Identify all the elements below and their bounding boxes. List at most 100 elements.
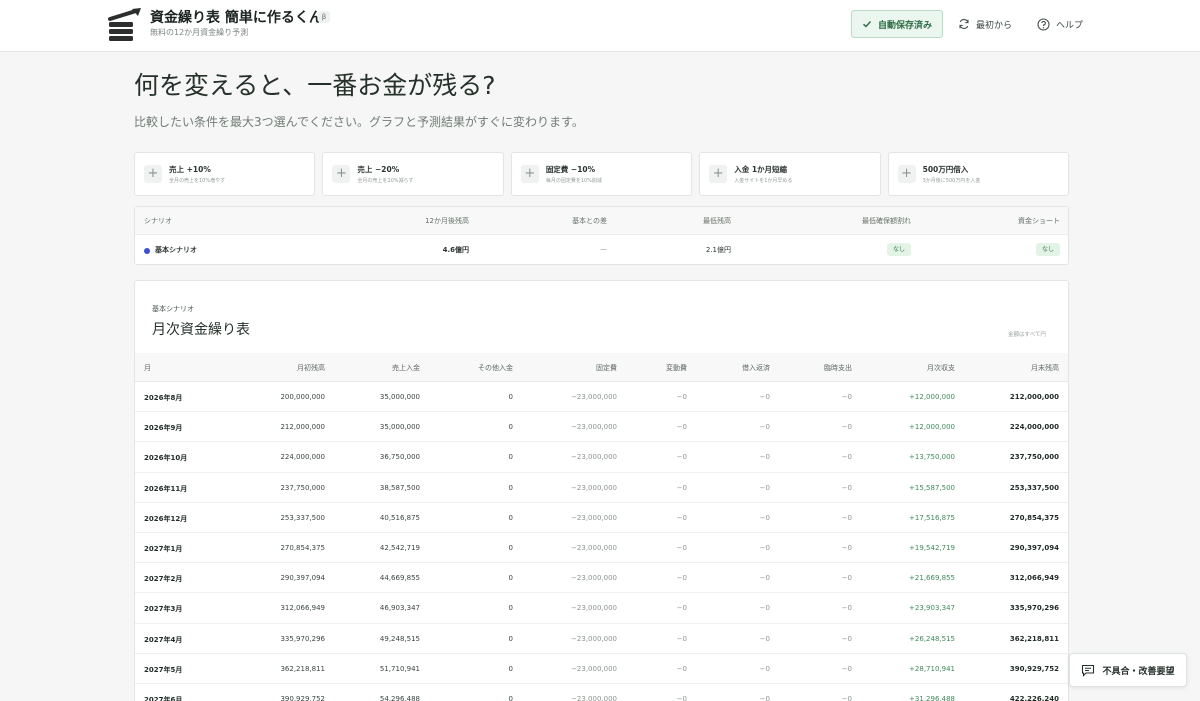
help-label: ヘルプ	[1056, 20, 1084, 31]
help-icon	[1037, 17, 1050, 31]
cell-sales-receipts: 44,669,855	[379, 574, 420, 583]
cell-month: 2027年3月	[144, 605, 183, 614]
scenario-comparison-table: シナリオ 12か月後残高 基本との差 最低残高 最低確保額割れ 資金ショート 基…	[134, 206, 1069, 265]
cell-month: 2026年12月	[144, 514, 188, 523]
cell-other-receipts: 0	[508, 513, 513, 522]
diff-value: —	[600, 245, 607, 253]
scenario-card-faster-collection[interactable]: + 入金 1か月短縮 入金サイトを1か月早める	[699, 152, 881, 196]
cell-extra-expense: −0	[841, 634, 852, 643]
cell-other-receipts: 0	[508, 574, 513, 583]
scenario-card-sales-up[interactable]: + 売上 +10% 全月の売上を10%増やす	[134, 152, 316, 196]
cell-loan-repayment: −0	[759, 695, 770, 701]
monthly-cashflow-panel: 基本シナリオ 月次資金繰り表 金額はすべて円 月 月初残高 売上入金 その他入金…	[134, 280, 1069, 701]
col-sales-receipts: 売上入金	[392, 364, 420, 372]
cell-month: 2027年2月	[144, 575, 183, 584]
autosave-button[interactable]: 自動保存済み	[851, 10, 943, 38]
scenario-options: + 売上 +10% 全月の売上を10%増やす + 売上 −20% 全月の売上を2…	[134, 152, 1070, 196]
page-title: 何を変えると、一番お金が残る?	[134, 71, 496, 100]
scenario-card-loan[interactable]: + 500万円借入 3か月後に500万円を入金	[887, 152, 1070, 196]
cell-other-receipts: 0	[508, 453, 513, 462]
cell-loan-repayment: −0	[759, 483, 770, 492]
table-row: 2027年1月 270,854,375 42,542,719 0 −23,000,000…	[135, 533, 1068, 564]
cell-monthly-net: +15,587,500	[909, 483, 955, 492]
scenario-desc: 全月の売上を10%増やす	[169, 178, 226, 184]
comparison-header: シナリオ 12か月後残高 基本との差 最低残高 最低確保額割れ 資金ショート	[135, 207, 1068, 235]
scenario-card-sales-down[interactable]: + 売上 −20% 全月の売上を20%減らす	[322, 152, 504, 196]
col-extra-expense: 臨時支出	[824, 364, 852, 372]
cell-sales-receipts: 51,710,941	[379, 664, 420, 673]
cell-sales-receipts: 54,296,488	[379, 695, 420, 701]
cell-monthly-net: +21,669,855	[909, 574, 955, 583]
scenario-desc: 全月の売上を20%減らす	[357, 178, 414, 184]
cell-extra-expense: −0	[841, 544, 852, 552]
col-balance-12m: 12か月後残高	[425, 217, 469, 225]
table-row: 2026年8月 200,000,000 35,000,000 0 −23,000,000…	[135, 382, 1068, 413]
top-bar: 資金繰り表 簡単に作るくん β 無料の12か月資金繰り予測 自動保存済み 最初か…	[0, 0, 1200, 52]
feedback-button[interactable]: 不具合・改善要望	[1069, 653, 1187, 687]
cell-extra-expense: −0	[841, 423, 852, 432]
cell-extra-expense: −0	[841, 695, 852, 701]
cell-fixed-cost: −23,000,000	[571, 544, 617, 552]
cell-opening-balance: 290,397,094	[280, 574, 325, 583]
cell-closing-balance: 335,970,296	[1009, 604, 1059, 613]
cell-monthly-net: +17,516,875	[909, 513, 955, 522]
scenario-desc: 入金サイトを1か月早める	[734, 178, 793, 184]
plus-icon: +	[144, 165, 162, 183]
restart-button[interactable]: 最初から	[958, 10, 1018, 38]
scenario-title: 売上 −20%	[357, 165, 400, 174]
cell-fixed-cost: −23,000,000	[571, 513, 617, 522]
shortage-badge: なし	[1035, 243, 1060, 256]
col-other-receipts: その他入金	[478, 364, 513, 372]
plus-icon: +	[520, 165, 539, 183]
table-row: 2026年11月 237,750,000 38,587,500 0 −23,000,00…	[135, 473, 1068, 503]
cell-sales-receipts: 49,248,515	[379, 634, 420, 643]
scenario-desc: 3か月後に500万円を入金	[922, 178, 981, 184]
cell-monthly-net: +12,000,000	[909, 393, 955, 401]
table-row: 2027年3月 312,066,949 46,903,347 0 −23,000,000…	[135, 593, 1068, 624]
col-loan-repayment: 借入返済	[742, 364, 770, 372]
cell-loan-repayment: −0	[759, 423, 770, 432]
cell-monthly-net: +19,542,719	[909, 544, 955, 552]
cell-monthly-net: +12,000,000	[909, 423, 955, 432]
cell-sales-receipts: 35,000,000	[379, 423, 420, 432]
cell-variable-cost: −0	[676, 423, 687, 432]
cell-variable-cost: −0	[676, 513, 687, 522]
scenario-title: 固定費 −10%	[545, 165, 596, 174]
cell-opening-balance: 270,854,375	[280, 544, 325, 552]
cell-month: 2027年4月	[144, 635, 183, 644]
app-subtitle: 無料の12か月資金繰り予測	[150, 28, 249, 37]
cell-loan-repayment: −0	[759, 453, 770, 462]
cell-other-receipts: 0	[508, 634, 513, 643]
cell-other-receipts: 0	[508, 544, 513, 552]
col-monthly-net: 月次収支	[927, 364, 955, 372]
cell-monthly-net: +23,903,347	[909, 604, 955, 613]
cell-variable-cost: −0	[676, 664, 687, 673]
monthly-table-header: 月 月初残高 売上入金 その他入金 固定費 変動費 借入返済 臨時支出 月次収支…	[135, 353, 1068, 382]
cell-variable-cost: −0	[676, 634, 687, 643]
cell-variable-cost: −0	[676, 574, 687, 583]
cell-closing-balance: 390,929,752	[1009, 664, 1059, 673]
cell-opening-balance: 212,000,000	[280, 423, 325, 432]
cell-extra-expense: −0	[841, 574, 852, 583]
col-below-min: 最低確保額割れ	[862, 217, 911, 225]
below-min-badge: なし	[886, 243, 911, 256]
cell-closing-balance: 422,226,240	[1009, 695, 1059, 701]
help-button[interactable]: ヘルプ	[1037, 10, 1089, 38]
cell-loan-repayment: −0	[759, 634, 770, 643]
autosave-label: 自動保存済み	[877, 20, 932, 31]
min-balance-value: 2.1億円	[705, 246, 731, 254]
table-row: 2027年2月 290,397,094 44,669,855 0 −23,000,000…	[135, 563, 1068, 594]
refresh-icon	[959, 19, 969, 29]
cell-extra-expense: −0	[841, 604, 852, 613]
cell-extra-expense: −0	[841, 453, 852, 462]
cell-fixed-cost: −23,000,000	[571, 634, 617, 643]
col-shortage: 資金ショート	[1018, 217, 1060, 225]
cell-extra-expense: −0	[841, 513, 852, 522]
panel-eyebrow: 基本シナリオ	[152, 305, 194, 313]
cell-closing-balance: 224,000,000	[1009, 423, 1059, 432]
cell-extra-expense: −0	[841, 664, 852, 673]
cell-monthly-net: +31,296,488	[909, 695, 955, 701]
scenario-title: 売上 +10%	[169, 165, 211, 174]
scenario-card-fixed-cost-down[interactable]: + 固定費 −10% 毎月の固定費を10%削減	[510, 152, 693, 196]
cell-other-receipts: 0	[508, 695, 513, 701]
